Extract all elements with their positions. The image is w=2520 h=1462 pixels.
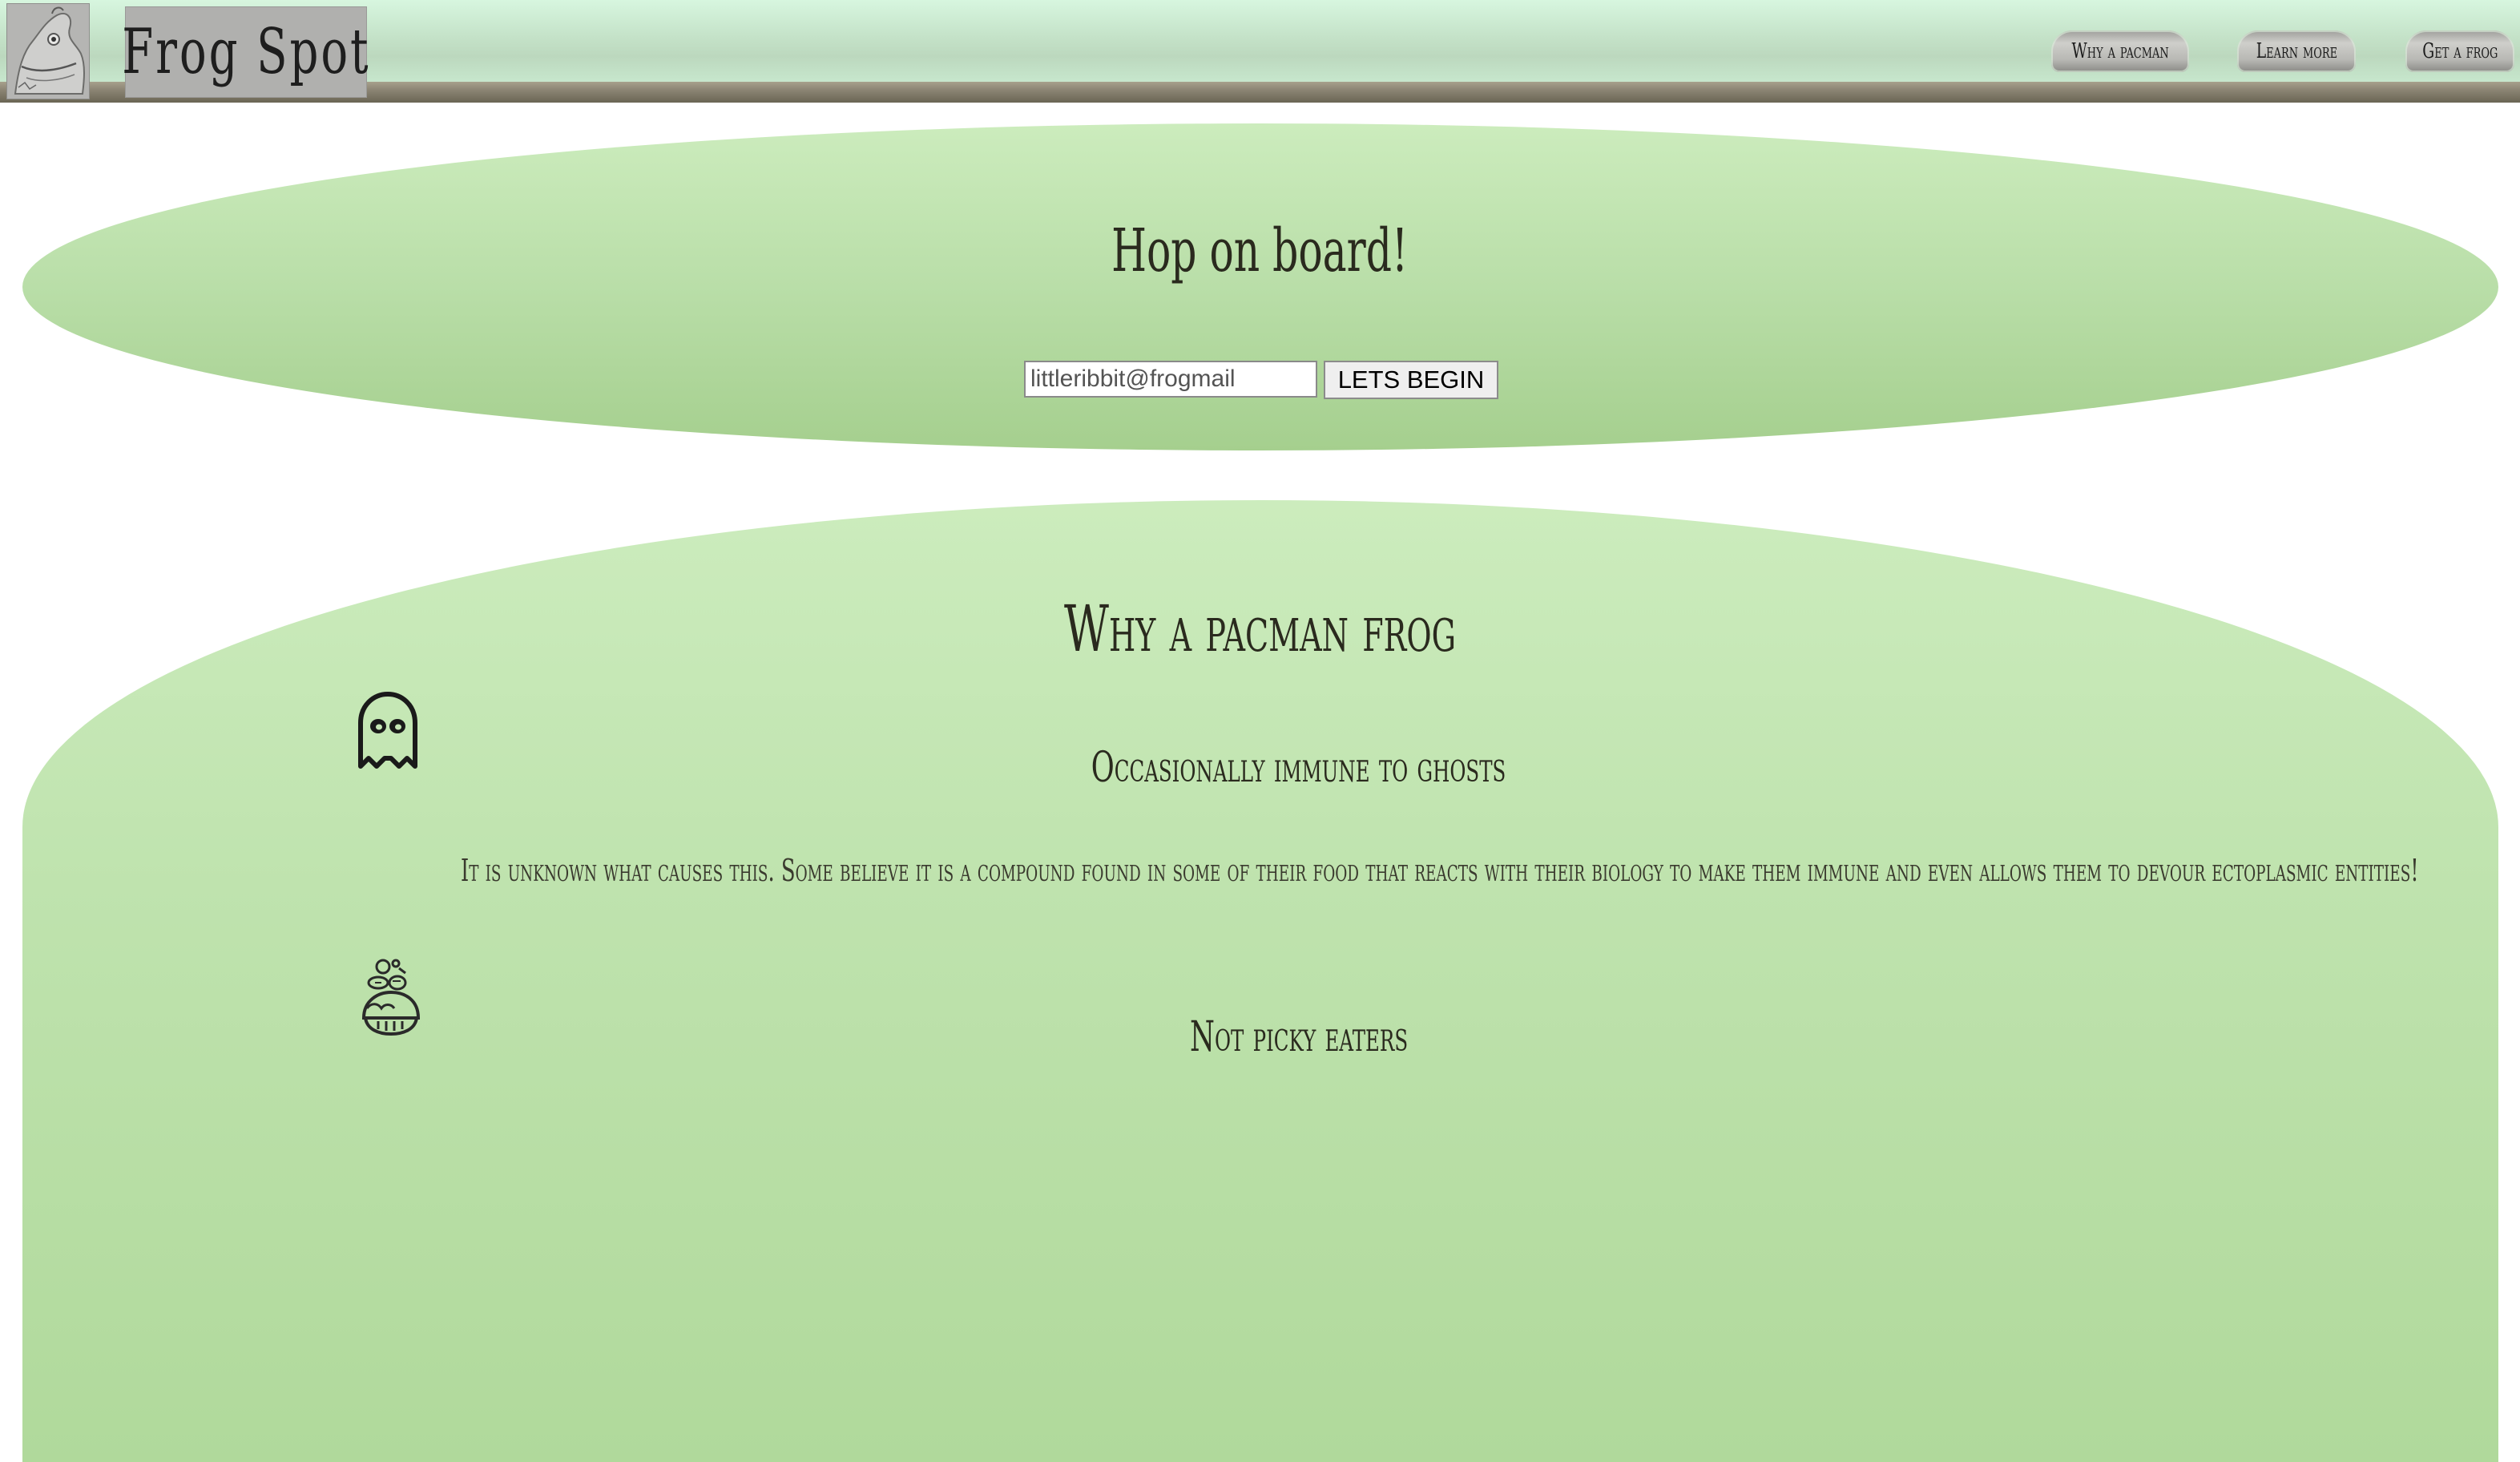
nav-get-a-frog[interactable]: Get a frog	[2405, 30, 2514, 72]
frog-logo[interactable]	[6, 3, 90, 99]
nav-label: Learn more	[2256, 39, 2337, 63]
hero-title: Hop on board!	[1111, 216, 1409, 285]
brand-name: Frog Spot	[121, 16, 371, 88]
feature-description: It is unknown what causes this. Some bel…	[460, 853, 2419, 888]
nav-why-a-pacman[interactable]: Why a pacman	[2051, 30, 2189, 72]
email-input[interactable]	[1024, 361, 1317, 398]
feature-title: Occasionally immune to ghosts	[1091, 744, 1506, 792]
nav-label: Why a pacman	[2071, 39, 2169, 63]
lets-begin-button[interactable]: LETS BEGIN	[1324, 361, 1498, 399]
feature-title: Not picky eaters	[1189, 1013, 1409, 1061]
nav-learn-more[interactable]: Learn more	[2237, 30, 2356, 72]
section-title: Why a pacman frog	[1064, 592, 1456, 666]
nav-label: Get a frog	[2421, 39, 2498, 63]
brand-logo[interactable]: Frog Spot	[121, 6, 371, 98]
header-trim	[0, 82, 2520, 103]
site-header: Frog Spot Why a pacman Learn more Get a …	[0, 0, 2520, 103]
hero-banner	[22, 123, 2498, 450]
frog-sketch-icon	[7, 4, 89, 99]
